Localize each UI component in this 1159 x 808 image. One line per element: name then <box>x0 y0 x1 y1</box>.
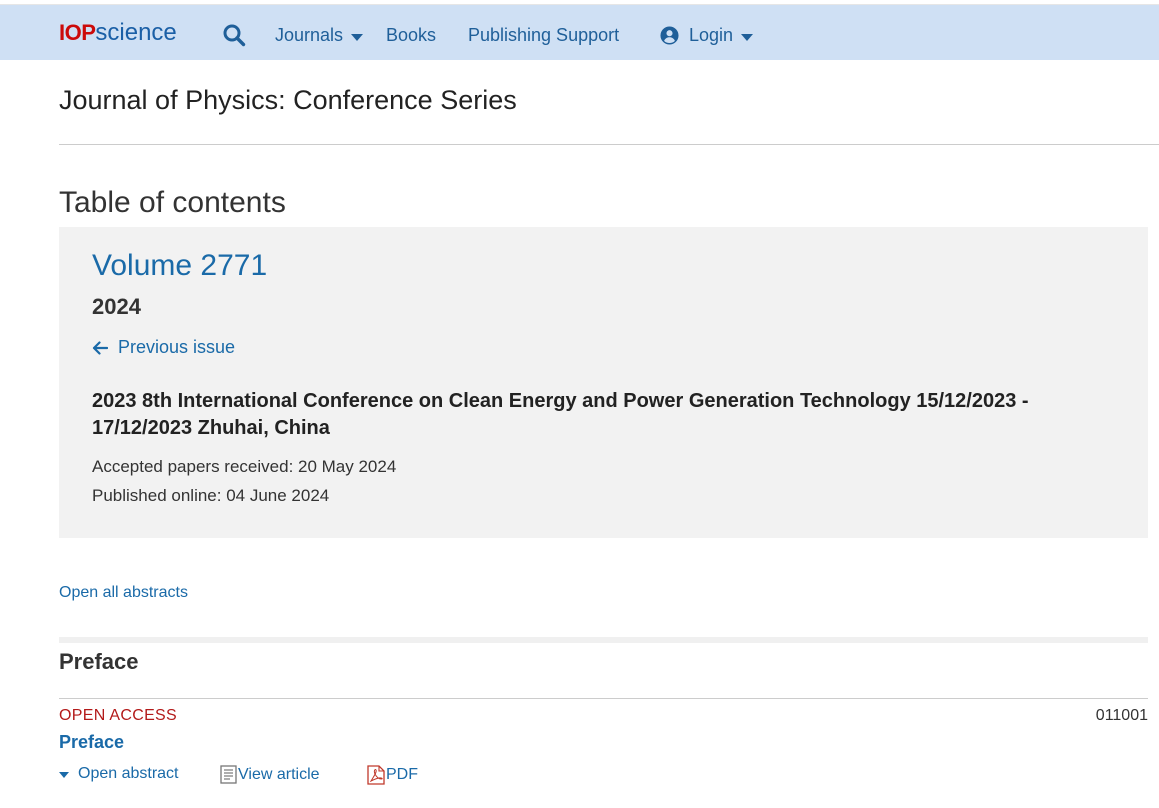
document-icon <box>220 765 237 784</box>
accepted-date: Accepted papers received: 20 May 2024 <box>92 457 397 476</box>
nav-login-label: Login <box>689 25 734 45</box>
section-divider <box>59 637 1148 643</box>
issue-year: 2024 <box>92 294 141 319</box>
nav-books[interactable]: Books <box>386 25 436 46</box>
user-icon <box>660 26 679 45</box>
iopscience-logo[interactable]: IOP science <box>59 19 177 47</box>
conference-title: 2023 8th International Conference on Cle… <box>92 390 1029 439</box>
logo-science: science <box>95 19 177 46</box>
caret-down-icon <box>59 772 69 778</box>
view-article-label: View article <box>238 765 320 783</box>
journal-title[interactable]: Journal of Physics: Conference Series <box>59 85 517 116</box>
pdf-link[interactable]: PDF <box>366 765 418 785</box>
article-number: 011001 <box>1095 707 1148 724</box>
arrow-left-icon <box>92 340 108 355</box>
divider <box>59 144 1159 145</box>
article-title-link[interactable]: Preface <box>59 732 124 753</box>
previous-issue-link[interactable]: Previous issue <box>92 337 235 358</box>
toc-heading: Table of contents <box>59 186 286 219</box>
open-access-badge: OPEN ACCESS <box>59 707 178 724</box>
open-abstract-link[interactable]: Open abstract <box>59 765 179 783</box>
previous-issue-label: Previous issue <box>118 337 236 357</box>
nav-journals-label: Journals <box>275 25 344 45</box>
open-all-abstracts-link[interactable]: Open all abstracts <box>59 584 188 602</box>
nav-login[interactable]: Login <box>660 25 754 46</box>
nav-journals[interactable]: Journals <box>275 25 364 46</box>
section-title: Preface <box>59 649 139 674</box>
chevron-down-icon <box>741 33 754 41</box>
nav-publishing-support[interactable]: Publishing Support <box>468 25 619 46</box>
nav-books-label: Books <box>386 25 437 45</box>
pdf-icon <box>367 765 385 785</box>
published-date: Published online: 04 June 2024 <box>92 486 330 505</box>
pdf-label: PDF <box>386 766 418 783</box>
search-icon[interactable] <box>222 23 246 47</box>
issue-info-panel: Volume 2771 2024 Previous issue 2023 8th… <box>59 227 1148 538</box>
logo-iop: IOP <box>59 20 96 45</box>
chevron-down-icon <box>351 33 364 41</box>
top-navigation-bar: IOP science Journals Books Publishing Sup… <box>0 4 1159 60</box>
open-abstract-label: Open abstract <box>78 765 179 782</box>
nav-publishing-support-label: Publishing Support <box>468 25 620 45</box>
divider <box>59 698 1148 699</box>
view-article-link[interactable]: View article <box>220 765 320 784</box>
volume-link[interactable]: Volume 2771 <box>92 249 267 283</box>
article-actions: Open abstract View article PDF <box>59 765 559 785</box>
